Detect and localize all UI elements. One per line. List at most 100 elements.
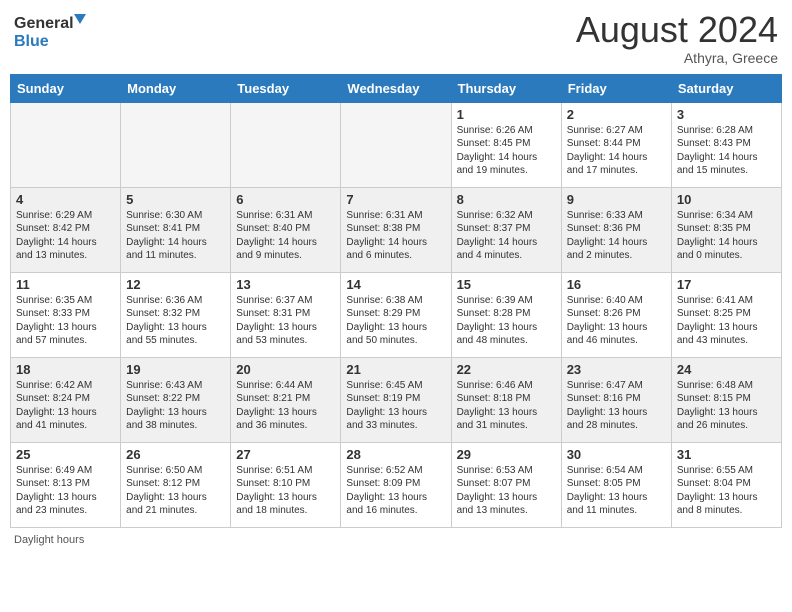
calendar-cell: 2 Sunrise: 6:27 AM Sunset: 8:44 PM Daylig…: [561, 102, 671, 187]
day-number: 21: [346, 362, 445, 377]
calendar-cell: 23Sunrise: 6:47 AM Sunset: 8:16 PM Dayli…: [561, 357, 671, 442]
daylight-hours-label: Daylight hours: [14, 534, 84, 546]
cell-info: Sunrise: 6:31 AM Sunset: 8:40 PM Dayligh…: [236, 209, 335, 263]
calendar-cell: 31 Sunrise: 6:55 AM Sunset: 8:04 PM Dayli…: [671, 442, 781, 527]
calendar-cell: 3 Sunrise: 6:28 AM Sunset: 8:43 PM Daylig…: [671, 102, 781, 187]
day-header-sunday: Sunday: [11, 74, 121, 102]
calendar-cell: 14 Sunrise: 6:38 AM Sunset: 8:29 PM Dayli…: [341, 272, 451, 357]
cell-info: Sunrise: 6:26 AM Sunset: 8:45 PM Dayligh…: [457, 124, 556, 178]
calendar-cell: 16 Sunrise: 6:40 AM Sunset: 8:26 PM Dayli…: [561, 272, 671, 357]
logo-icon: GeneralBlue: [14, 10, 94, 50]
cell-info: Sunrise: 6:55 AM Sunset: 8:04 PM Dayligh…: [677, 464, 776, 518]
cell-info: Sunrise: 6:45 AM Sunset: 8:19 PM Dayligh…: [346, 379, 445, 433]
calendar-week-row: 1 Sunrise: 6:26 AM Sunset: 8:45 PM Daylig…: [11, 102, 782, 187]
cell-info: Sunrise: 6:32 AM Sunset: 8:37 PM Dayligh…: [457, 209, 556, 263]
day-number: 28: [346, 447, 445, 462]
calendar-cell: 25Sunrise: 6:49 AM Sunset: 8:13 PM Dayli…: [11, 442, 121, 527]
day-number: 18: [16, 362, 115, 377]
day-number: 11: [16, 277, 115, 292]
logo: GeneralBlue: [14, 10, 94, 50]
calendar-body: 1 Sunrise: 6:26 AM Sunset: 8:45 PM Daylig…: [11, 102, 782, 527]
day-number: 16: [567, 277, 666, 292]
calendar-cell: [341, 102, 451, 187]
cell-info: Sunrise: 6:34 AM Sunset: 8:35 PM Dayligh…: [677, 209, 776, 263]
calendar-cell: 30 Sunrise: 6:54 AM Sunset: 8:05 PM Dayli…: [561, 442, 671, 527]
day-number: 30: [567, 447, 666, 462]
cell-info: Sunrise: 6:42 AM Sunset: 8:24 PM Dayligh…: [16, 379, 115, 433]
calendar-cell: 29 Sunrise: 6:53 AM Sunset: 8:07 PM Dayli…: [451, 442, 561, 527]
calendar-cell: [231, 102, 341, 187]
day-number: 31: [677, 447, 776, 462]
cell-info: Sunrise: 6:48 AM Sunset: 8:15 PM Dayligh…: [677, 379, 776, 433]
day-number: 15: [457, 277, 556, 292]
calendar-cell: 27 Sunrise: 6:51 AM Sunset: 8:10 PM Dayli…: [231, 442, 341, 527]
day-number: 3: [677, 107, 776, 122]
title-area: August 2024 Athyra, Greece: [576, 10, 778, 66]
day-number: 26: [126, 447, 225, 462]
day-header-saturday: Saturday: [671, 74, 781, 102]
calendar-week-row: 4Sunrise: 6:29 AM Sunset: 8:42 PM Daylig…: [11, 187, 782, 272]
cell-info: Sunrise: 6:44 AM Sunset: 8:21 PM Dayligh…: [236, 379, 335, 433]
day-number: 23: [567, 362, 666, 377]
calendar-cell: 9Sunrise: 6:33 AM Sunset: 8:36 PM Daylig…: [561, 187, 671, 272]
calendar-cell: 6 Sunrise: 6:31 AM Sunset: 8:40 PM Daylig…: [231, 187, 341, 272]
footer: Daylight hours: [10, 534, 782, 546]
calendar-header-row: SundayMondayTuesdayWednesdayThursdayFrid…: [11, 74, 782, 102]
calendar-week-row: 25Sunrise: 6:49 AM Sunset: 8:13 PM Dayli…: [11, 442, 782, 527]
calendar-cell: 5 Sunrise: 6:30 AM Sunset: 8:41 PM Daylig…: [121, 187, 231, 272]
cell-info: Sunrise: 6:41 AM Sunset: 8:25 PM Dayligh…: [677, 294, 776, 348]
cell-info: Sunrise: 6:27 AM Sunset: 8:44 PM Dayligh…: [567, 124, 666, 178]
day-number: 22: [457, 362, 556, 377]
cell-info: Sunrise: 6:28 AM Sunset: 8:43 PM Dayligh…: [677, 124, 776, 178]
cell-info: Sunrise: 6:37 AM Sunset: 8:31 PM Dayligh…: [236, 294, 335, 348]
calendar-cell: 13 Sunrise: 6:37 AM Sunset: 8:31 PM Dayli…: [231, 272, 341, 357]
calendar-cell: 22 Sunrise: 6:46 AM Sunset: 8:18 PM Dayli…: [451, 357, 561, 442]
calendar-cell: 8 Sunrise: 6:32 AM Sunset: 8:37 PM Daylig…: [451, 187, 561, 272]
cell-info: Sunrise: 6:40 AM Sunset: 8:26 PM Dayligh…: [567, 294, 666, 348]
calendar-week-row: 18 Sunrise: 6:42 AM Sunset: 8:24 PM Dayli…: [11, 357, 782, 442]
calendar-cell: 4Sunrise: 6:29 AM Sunset: 8:42 PM Daylig…: [11, 187, 121, 272]
calendar-cell: 26Sunrise: 6:50 AM Sunset: 8:12 PM Dayli…: [121, 442, 231, 527]
cell-info: Sunrise: 6:29 AM Sunset: 8:42 PM Dayligh…: [16, 209, 115, 263]
day-header-thursday: Thursday: [451, 74, 561, 102]
day-number: 13: [236, 277, 335, 292]
svg-text:Blue: Blue: [14, 33, 49, 50]
calendar-cell: 21 Sunrise: 6:45 AM Sunset: 8:19 PM Dayli…: [341, 357, 451, 442]
cell-info: Sunrise: 6:38 AM Sunset: 8:29 PM Dayligh…: [346, 294, 445, 348]
day-header-friday: Friday: [561, 74, 671, 102]
day-number: 19: [126, 362, 225, 377]
calendar-cell: [11, 102, 121, 187]
day-number: 5: [126, 192, 225, 207]
day-number: 8: [457, 192, 556, 207]
cell-info: Sunrise: 6:51 AM Sunset: 8:10 PM Dayligh…: [236, 464, 335, 518]
day-number: 27: [236, 447, 335, 462]
day-header-tuesday: Tuesday: [231, 74, 341, 102]
cell-info: Sunrise: 6:36 AM Sunset: 8:32 PM Dayligh…: [126, 294, 225, 348]
location-subtitle: Athyra, Greece: [576, 50, 778, 66]
day-number: 24: [677, 362, 776, 377]
day-number: 14: [346, 277, 445, 292]
cell-info: Sunrise: 6:46 AM Sunset: 8:18 PM Dayligh…: [457, 379, 556, 433]
cell-info: Sunrise: 6:53 AM Sunset: 8:07 PM Dayligh…: [457, 464, 556, 518]
day-number: 9: [567, 192, 666, 207]
day-number: 25: [16, 447, 115, 462]
day-header-wednesday: Wednesday: [341, 74, 451, 102]
calendar-cell: 24 Sunrise: 6:48 AM Sunset: 8:15 PM Dayli…: [671, 357, 781, 442]
svg-text:General: General: [14, 15, 74, 32]
day-number: 1: [457, 107, 556, 122]
calendar-cell: 19Sunrise: 6:43 AM Sunset: 8:22 PM Dayli…: [121, 357, 231, 442]
cell-info: Sunrise: 6:35 AM Sunset: 8:33 PM Dayligh…: [16, 294, 115, 348]
day-number: 17: [677, 277, 776, 292]
cell-info: Sunrise: 6:30 AM Sunset: 8:41 PM Dayligh…: [126, 209, 225, 263]
calendar-cell: 15Sunrise: 6:39 AM Sunset: 8:28 PM Dayli…: [451, 272, 561, 357]
day-number: 29: [457, 447, 556, 462]
day-number: 6: [236, 192, 335, 207]
calendar-table: SundayMondayTuesdayWednesdayThursdayFrid…: [10, 74, 782, 528]
day-number: 7: [346, 192, 445, 207]
day-number: 2: [567, 107, 666, 122]
calendar-week-row: 11 Sunrise: 6:35 AM Sunset: 8:33 PM Dayli…: [11, 272, 782, 357]
calendar-cell: [121, 102, 231, 187]
cell-info: Sunrise: 6:54 AM Sunset: 8:05 PM Dayligh…: [567, 464, 666, 518]
calendar-cell: 7 Sunrise: 6:31 AM Sunset: 8:38 PM Daylig…: [341, 187, 451, 272]
cell-info: Sunrise: 6:31 AM Sunset: 8:38 PM Dayligh…: [346, 209, 445, 263]
